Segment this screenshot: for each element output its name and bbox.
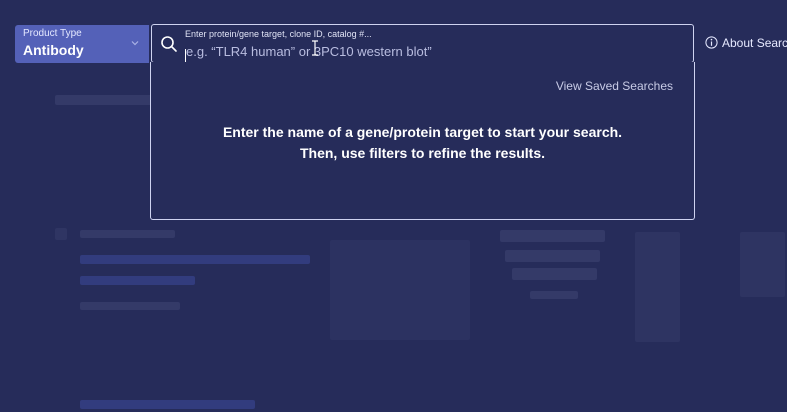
chevron-down-icon — [131, 41, 139, 46]
dimmed-text — [80, 230, 175, 238]
search-input[interactable] — [184, 42, 666, 60]
view-saved-searches-link[interactable]: View Saved Searches — [556, 79, 673, 93]
dimmed-column — [635, 232, 680, 342]
dimmed-tag-row — [505, 250, 600, 262]
search-icon — [161, 36, 177, 52]
search-hint-line-2: Then, use filters to refine the results. — [299, 145, 546, 161]
dimmed-tag-row — [500, 230, 605, 242]
search-suggestions-dropdown: View Saved Searches Enter the name of a … — [150, 62, 695, 220]
dimmed-image — [330, 240, 470, 340]
product-type-value: Antibody — [23, 42, 84, 58]
search-label: Enter protein/gene target, clone ID, cat… — [185, 29, 372, 39]
search-hint-line-1: Enter the name of a gene/protein target … — [222, 124, 623, 140]
text-cursor-icon — [312, 40, 318, 56]
about-search-label: About Search — [722, 36, 787, 50]
search-box[interactable]: Enter protein/gene target, clone ID, cat… — [151, 24, 694, 63]
dimmed-link — [80, 255, 310, 264]
search-hint-message: Enter the name of a gene/protein target … — [151, 122, 694, 164]
dimmed-heading — [55, 95, 165, 105]
dimmed-link — [80, 276, 195, 285]
dimmed-link — [80, 400, 255, 409]
product-type-label: Product Type — [23, 28, 82, 39]
dimmed-checkbox — [55, 228, 67, 240]
dimmed-column — [740, 232, 785, 297]
dimmed-text — [80, 302, 180, 310]
product-type-selector[interactable]: Product Type Antibody — [15, 25, 149, 63]
dimmed-text — [530, 291, 578, 299]
dimmed-tag-row — [512, 268, 597, 280]
about-search-link[interactable]: About Search — [705, 36, 787, 50]
text-caret — [185, 49, 186, 63]
info-icon — [705, 36, 718, 49]
